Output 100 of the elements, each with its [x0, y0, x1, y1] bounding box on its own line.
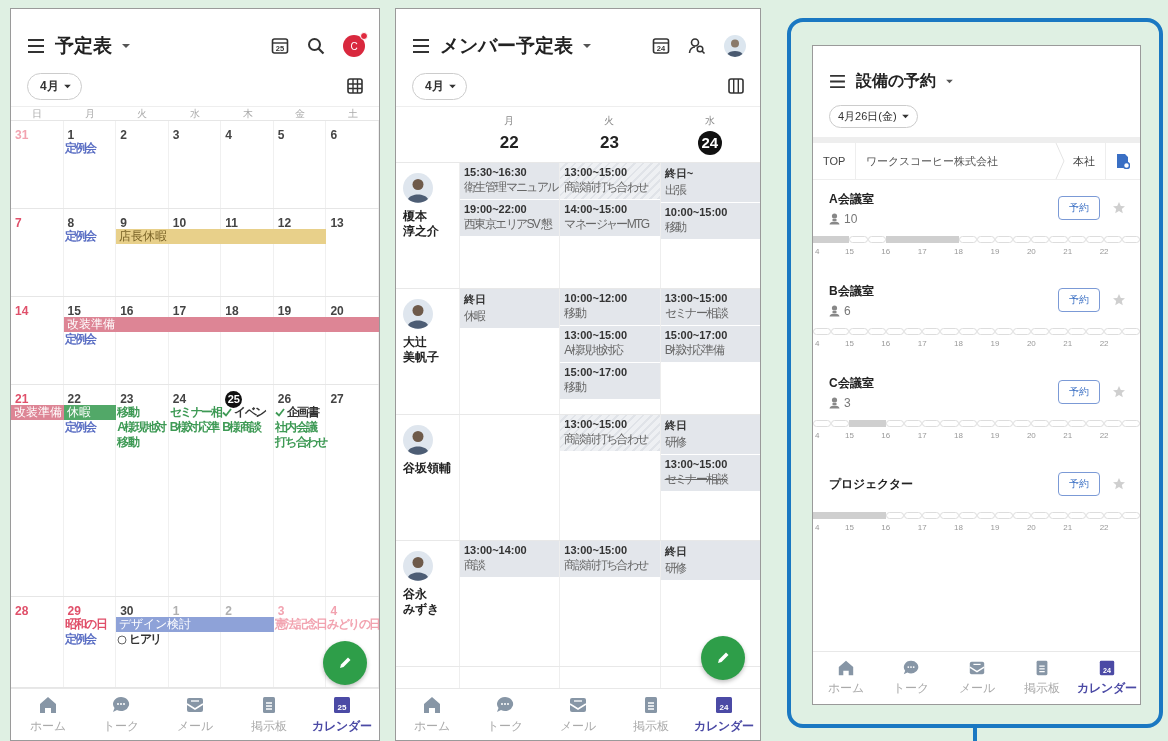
day-number[interactable]: 14: [15, 304, 29, 319]
calendar-event[interactable]: 定例会: [63, 632, 117, 647]
columns-icon[interactable]: [728, 78, 744, 94]
schedule-event[interactable]: 13:00~15:00 A様現地対応: [560, 326, 660, 362]
day-number[interactable]: 11: [225, 216, 238, 231]
star-icon[interactable]: [1112, 477, 1126, 491]
day-number[interactable]: 16: [120, 304, 134, 319]
menu-icon[interactable]: [27, 39, 45, 53]
schedule-event[interactable]: 13:00~15:00 商談前打ち合わせ: [560, 163, 660, 199]
member-avatar[interactable]: [403, 173, 433, 203]
calendar-event[interactable]: 昭和の日: [63, 617, 117, 632]
reserve-button[interactable]: 予約: [1058, 380, 1100, 404]
calendar-event[interactable]: 定例会: [63, 420, 117, 435]
day-number[interactable]: 21: [15, 392, 29, 407]
menu-icon[interactable]: [829, 74, 846, 88]
caret-icon[interactable]: [122, 43, 130, 49]
schedule-event[interactable]: 10:00~12:00 移動: [560, 289, 660, 325]
calendar-event[interactable]: 定例会: [63, 332, 117, 347]
month-selector[interactable]: 4月: [412, 72, 467, 100]
day-number[interactable]: 10: [172, 216, 187, 231]
member-avatar[interactable]: [403, 425, 433, 455]
day-number[interactable]: 27: [330, 392, 344, 407]
day-number[interactable]: 30: [120, 604, 134, 619]
day-number[interactable]: 6: [330, 128, 338, 143]
date-number[interactable]: 23: [600, 131, 619, 155]
calendar-event[interactable]: 移動: [116, 405, 169, 420]
user-avatar[interactable]: [724, 35, 746, 57]
calendar-event[interactable]: ヒアリ: [116, 632, 169, 647]
schedule-event[interactable]: 13:00~14:00 商談: [460, 541, 560, 577]
day-number[interactable]: 8: [67, 216, 75, 231]
schedule-event[interactable]: 15:00~17:00 移動: [560, 363, 660, 399]
calendar-event[interactable]: 定例会: [63, 141, 117, 156]
day-number[interactable]: 12: [277, 216, 292, 231]
calendar-event[interactable]: 移動: [116, 435, 169, 450]
compose-button[interactable]: [323, 641, 367, 685]
calendar-event[interactable]: B様対応準: [168, 420, 222, 435]
reserve-button[interactable]: 予約: [1058, 196, 1100, 220]
day-number[interactable]: 25: [225, 391, 243, 408]
day-number[interactable]: 18: [225, 304, 239, 319]
day-number[interactable]: 3: [172, 128, 180, 143]
calendar-event[interactable]: 企画書: [273, 405, 327, 420]
reserve-button[interactable]: 予約: [1058, 472, 1100, 496]
calendar-event[interactable]: 打ち合わせ: [273, 435, 327, 450]
calendar-event[interactable]: 社内会議: [273, 420, 327, 435]
breadcrumb-item[interactable]: ワークスコーヒー株式会社: [856, 153, 1055, 169]
day-number[interactable]: 4: [225, 128, 232, 143]
day-number[interactable]: 13: [330, 216, 344, 231]
breadcrumb-item[interactable]: TOP: [813, 143, 857, 179]
member-avatar[interactable]: [403, 551, 433, 581]
month-selector[interactable]: 4月: [27, 72, 82, 100]
schedule-event[interactable]: 13:00~15:00 商談前打ち合わせ: [560, 415, 660, 451]
schedule-event[interactable]: 10:00~15:00 移動: [660, 203, 760, 239]
breadcrumb-item[interactable]: 本社: [1065, 143, 1106, 179]
day-number[interactable]: 5: [277, 128, 285, 143]
day-number[interactable]: 22: [67, 392, 81, 407]
file-icon[interactable]: [1116, 153, 1130, 169]
schedule-event[interactable]: 13:00~15:00 商談前打ち合わせ: [560, 541, 660, 577]
day-number[interactable]: 24: [172, 392, 187, 407]
schedule-event[interactable]: 15:00~17:00 B様対応準備: [660, 326, 760, 362]
day-number[interactable]: 15: [67, 304, 81, 319]
person-search-icon[interactable]: [688, 37, 706, 55]
nav-tab[interactable]: 24 カレンダー: [687, 689, 760, 740]
calendar-event[interactable]: B様商談: [221, 420, 274, 435]
date-number[interactable]: 22: [499, 131, 519, 155]
member-avatar[interactable]: [403, 299, 433, 329]
schedule-event[interactable]: 終日 研修: [660, 415, 760, 454]
day-number[interactable]: 17: [172, 304, 187, 319]
reserve-button[interactable]: 予約: [1058, 288, 1100, 312]
grid-icon[interactable]: [347, 78, 363, 94]
menu-icon[interactable]: [412, 39, 430, 53]
search-icon[interactable]: [307, 37, 325, 55]
day-number[interactable]: 9: [120, 216, 127, 231]
nav-tab[interactable]: 24 カレンダー: [1074, 652, 1140, 704]
star-icon[interactable]: [1112, 201, 1126, 215]
nav-tab[interactable]: 25 カレンダー: [305, 689, 379, 740]
schedule-event[interactable]: 終日~ 出張: [660, 163, 760, 202]
calendar-event[interactable]: イベン: [221, 405, 274, 420]
date-number[interactable]: 24: [697, 131, 722, 155]
schedule-event[interactable]: 終日 休暇: [460, 289, 560, 328]
day-number[interactable]: 29: [67, 604, 81, 619]
event-bar[interactable]: 店長休暇: [116, 229, 327, 244]
caret-icon[interactable]: [946, 78, 953, 84]
calendar-event[interactable]: A様現地対: [116, 420, 169, 435]
calendar-event[interactable]: セミナー相: [168, 405, 222, 420]
day-number[interactable]: 20: [330, 304, 344, 319]
caret-icon[interactable]: [583, 43, 591, 49]
schedule-event[interactable]: 19:00~22:00 西東京エリアSV 懇: [460, 200, 560, 236]
compose-button[interactable]: [701, 636, 745, 680]
star-icon[interactable]: [1112, 293, 1126, 307]
day-number[interactable]: 2: [120, 128, 127, 143]
schedule-event[interactable]: 15:30~16:30 衛生管理マニュアル: [460, 163, 560, 199]
day-number[interactable]: 23: [120, 392, 134, 407]
day-number[interactable]: 7: [15, 216, 22, 231]
day-number[interactable]: 28: [15, 604, 29, 619]
schedule-event[interactable]: 終日 研修: [660, 541, 760, 580]
day-number[interactable]: 19: [277, 304, 292, 319]
schedule-event[interactable]: 14:00~15:00 マネージャーMTG: [560, 200, 660, 236]
day-number[interactable]: 1: [67, 128, 75, 143]
star-icon[interactable]: [1112, 385, 1126, 399]
schedule-event[interactable]: 13:00~15:00 セミナー相談: [660, 455, 760, 491]
